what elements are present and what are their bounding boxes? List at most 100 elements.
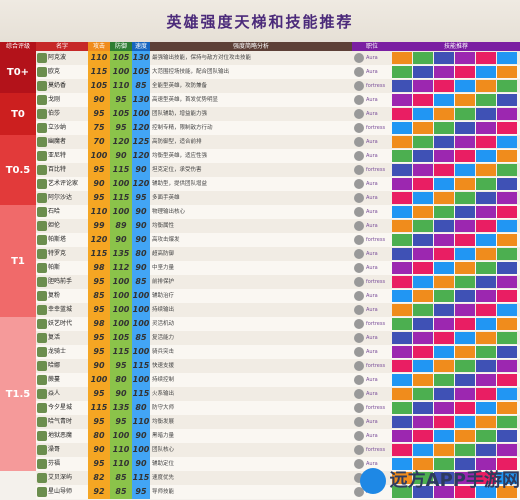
table-header: 综合评级 名字 攻击 防御 速度 强度简略分析 职位 技能推荐	[0, 42, 520, 51]
attack-value: 100	[88, 373, 110, 387]
hero-avatar-icon	[37, 319, 47, 329]
attack-value: 90	[88, 443, 110, 457]
defense-value: 120	[110, 135, 132, 149]
analysis-text: 中坚力量	[152, 265, 175, 271]
defense-value: 112	[110, 261, 132, 275]
table-row: 焱人 95 90 115 火系输出 Aura	[36, 387, 520, 401]
analysis-text: 辅助型，提供团队增益	[152, 181, 208, 187]
table-row: 百比特 95 115 90 坦克定位，承受伤害 fortress	[36, 163, 520, 177]
skill-badge	[476, 192, 496, 204]
position-label: Aura	[366, 335, 378, 341]
position-label: fortress	[366, 447, 386, 453]
hero-avatar-icon	[37, 277, 47, 287]
watermark-text: 远方APP手游网	[389, 470, 520, 491]
skill-badge	[392, 192, 412, 204]
position-icon	[354, 333, 364, 343]
position-icon	[354, 319, 364, 329]
hero-avatar-icon	[37, 109, 47, 119]
header-cell: 技能推荐	[392, 42, 520, 51]
analysis-text: 高速型英雄，首发优势明显	[152, 97, 219, 103]
defense-value: 110	[110, 443, 132, 457]
hero-avatar-icon	[37, 207, 47, 217]
skill-badge	[413, 80, 433, 92]
table-row: 胆鸣前手 95 100 85 前排保护 fortress	[36, 275, 520, 289]
skill-badge	[497, 52, 517, 64]
skill-badge	[476, 360, 496, 372]
skill-badge	[476, 262, 496, 274]
skill-badge	[476, 136, 496, 148]
skill-badge	[413, 94, 433, 106]
speed-value: 100	[132, 107, 150, 121]
skill-badge	[476, 178, 496, 190]
hero-name: 星山导师	[48, 488, 73, 495]
speed-value: 120	[132, 121, 150, 135]
attack-value: 95	[88, 107, 110, 121]
table-row: 今夕星城 115 135 80 防守大师 fortress	[36, 401, 520, 415]
skill-badge	[497, 444, 517, 456]
position-icon	[354, 235, 364, 245]
skill-badge	[413, 444, 433, 456]
position-label: Aura	[366, 251, 378, 257]
attack-value: 95	[88, 387, 110, 401]
defense-value: 135	[110, 401, 132, 415]
skill-badge	[455, 402, 475, 414]
skill-badge	[497, 164, 517, 176]
skill-badge	[392, 52, 412, 64]
skill-badge	[455, 178, 475, 190]
speed-value: 125	[132, 135, 150, 149]
hero-avatar-icon	[37, 179, 47, 189]
position-icon	[354, 249, 364, 259]
hero-name: 伯莎	[48, 110, 61, 117]
skill-badge	[497, 332, 517, 344]
skill-badge	[455, 374, 475, 386]
analysis-text: 高攻击爆发	[152, 237, 180, 243]
position-icon	[354, 137, 364, 147]
skill-badge	[413, 290, 433, 302]
skill-badge	[434, 402, 454, 414]
hero-avatar-icon	[37, 165, 47, 175]
position-label: Aura	[366, 433, 378, 439]
skill-badge	[476, 80, 496, 92]
skill-badge	[392, 444, 412, 456]
skill-badge	[434, 290, 454, 302]
hero-name: 龙骑士	[48, 348, 67, 355]
skill-badge	[392, 248, 412, 260]
skill-badge	[392, 234, 412, 246]
hero-name: 复粉	[48, 292, 61, 299]
skill-badge	[392, 80, 412, 92]
skill-badge	[455, 444, 475, 456]
speed-value: 115	[132, 387, 150, 401]
skill-badge	[413, 346, 433, 358]
hero-name: 幸幸蓝城	[48, 306, 73, 313]
skill-badge	[476, 374, 496, 386]
defense-value: 115	[110, 191, 132, 205]
skill-badge	[434, 80, 454, 92]
speed-value: 90	[132, 233, 150, 247]
skill-badge	[497, 318, 517, 330]
skill-badge	[476, 430, 496, 442]
skill-badge	[434, 122, 454, 134]
hero-name: 妲伦	[48, 222, 61, 229]
tier-label: T0+	[0, 51, 36, 93]
hero-avatar-icon	[37, 459, 47, 469]
position-label: fortress	[366, 237, 386, 243]
position-label: Aura	[366, 293, 378, 299]
table-row: 蕨蔓 100 80 100 持续控制 Aura	[36, 373, 520, 387]
analysis-text: 控制专精，限制敌方行动	[152, 125, 213, 131]
analysis-text: 超高防御	[152, 251, 175, 257]
hero-avatar-icon	[37, 53, 47, 63]
attack-value: 105	[88, 79, 110, 93]
table-row: 帕斯塔 120 90 90 高攻击爆发 fortress	[36, 233, 520, 247]
skill-badge	[455, 416, 475, 428]
defense-value: 100	[110, 317, 132, 331]
position-icon	[354, 53, 364, 63]
skill-badge	[497, 234, 517, 246]
hero-avatar-icon	[37, 305, 47, 315]
defense-value: 100	[110, 275, 132, 289]
skill-badge	[434, 346, 454, 358]
skill-badge	[497, 402, 517, 414]
hero-avatar-icon	[37, 347, 47, 357]
position-icon	[354, 193, 364, 203]
position-icon	[354, 445, 364, 455]
skill-badge	[413, 108, 433, 120]
